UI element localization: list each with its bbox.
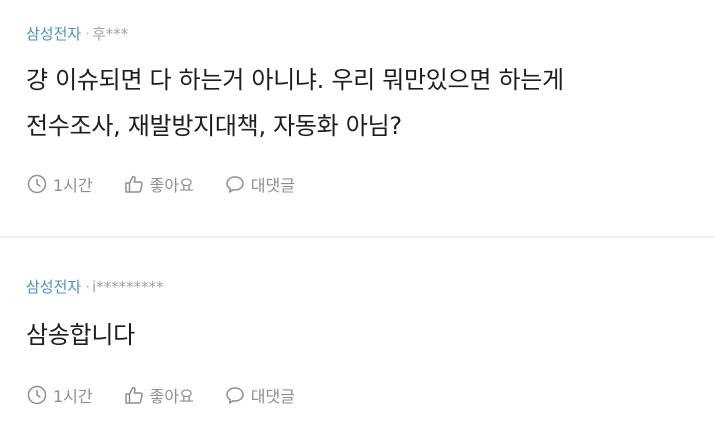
comment-body: 삼송합니다 (26, 312, 696, 358)
company-name[interactable]: 삼성전자 (26, 25, 81, 43)
timestamp-label: 1시간 (53, 176, 93, 195)
speech-bubble-icon (226, 387, 244, 404)
clock-icon (27, 174, 47, 194)
comment-item: 삼성전자 · 후*** 걍 이슈되면 다 하는거 아니냐. 우리 뭐만있으면 하는게… (0, 0, 715, 236)
timestamp: 1시간 (26, 383, 93, 407)
meta-separator: · (85, 278, 90, 296)
reply-label: 대댓글 (250, 176, 295, 195)
comment-item: 삼성전자 · i********* 삼송합니다 1시간 좋아요 대댓글 (0, 238, 715, 438)
like-button[interactable]: 좋아요 (123, 172, 194, 196)
comment-text-line: 걍 이슈되면 다 하는거 아니냐. 우리 뭐만있으면 하는게 (26, 66, 564, 94)
company-name[interactable]: 삼성전자 (26, 278, 81, 296)
comment-meta: 삼성전자 · 후*** (26, 25, 128, 43)
author-name: i********* (91, 278, 164, 296)
like-label: 좋아요 (149, 176, 194, 195)
comment-text-line: 전수조사, 재발방지대책, 자동화 아님? (26, 112, 402, 140)
reply-button[interactable]: 대댓글 (224, 383, 295, 407)
like-button[interactable]: 좋아요 (123, 383, 194, 407)
speech-bubble-icon (226, 176, 244, 193)
comment-actions: 1시간 좋아요 대댓글 (26, 383, 325, 407)
comment-meta: 삼성전자 · i********* (26, 278, 164, 296)
comment-body: 걍 이슈되면 다 하는거 아니냐. 우리 뭐만있으면 하는게 전수조사, 재발방… (26, 57, 696, 149)
meta-separator: · (85, 25, 90, 43)
timestamp: 1시간 (26, 172, 93, 196)
reply-label: 대댓글 (250, 387, 295, 406)
comment-actions: 1시간 좋아요 대댓글 (26, 172, 325, 196)
timestamp-label: 1시간 (53, 387, 93, 406)
reply-button[interactable]: 대댓글 (224, 172, 295, 196)
clock-icon (27, 385, 47, 405)
thumbs-up-icon (124, 175, 143, 193)
like-label: 좋아요 (149, 387, 194, 406)
author-name: 후*** (91, 25, 129, 43)
thumbs-up-icon (124, 386, 143, 404)
comment-text-line: 삼송합니다 (26, 321, 135, 349)
